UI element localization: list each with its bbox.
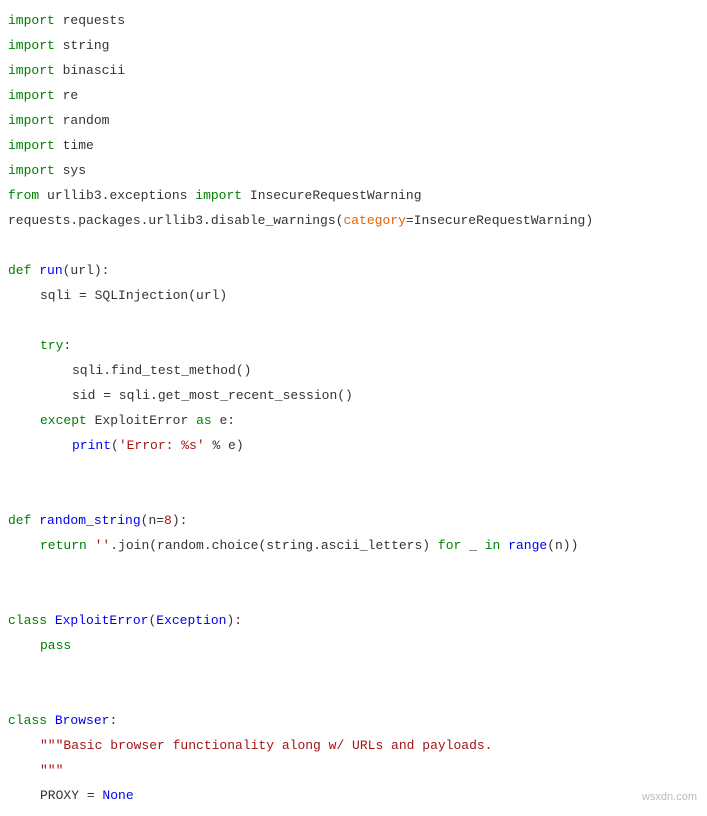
equals: = <box>406 213 414 228</box>
code-line: return ''.join(random.choice(string.asci… <box>8 533 699 558</box>
assignment: sid = sqli.get_most_recent_session() <box>72 388 353 403</box>
keyword-as: as <box>196 413 212 428</box>
keyword-def: def <box>8 513 31 528</box>
builtin-range: range <box>508 538 547 553</box>
call-chain: requests.packages.urllib3.disable_warnin… <box>8 213 343 228</box>
module-name: string <box>63 38 110 53</box>
keyword-class: class <box>8 613 47 628</box>
code-line: sqli.find_test_method() <box>8 358 699 383</box>
keyword-import: import <box>8 38 55 53</box>
kwarg-value: InsecureRequestWarning) <box>414 213 593 228</box>
keyword-import: import <box>8 138 55 153</box>
blank-line <box>8 558 699 583</box>
keyword-import: import <box>8 113 55 128</box>
join-call: .join(random.choice(string.ascii_letters… <box>110 538 430 553</box>
watermark-text: wsxdn.com <box>642 785 697 810</box>
keyword-try: try <box>40 338 63 353</box>
exception-var: e: <box>219 413 235 428</box>
code-line: """ <box>8 758 699 783</box>
code-line: sqli = SQLInjection(url) <box>8 283 699 308</box>
code-line: import random <box>8 108 699 133</box>
base-class: Exception <box>156 613 226 628</box>
code-line: import requests <box>8 8 699 33</box>
class-attr: PROXY <box>40 788 79 803</box>
code-line: print('Error: %s' % e) <box>8 433 699 458</box>
code-line: from urllib3.exceptions import InsecureR… <box>8 183 699 208</box>
keyword-import: import <box>8 163 55 178</box>
colon: : <box>63 338 71 353</box>
keyword-def: def <box>8 263 31 278</box>
format-rest: % e) <box>205 438 244 453</box>
package-path: urllib3.exceptions <box>47 188 187 203</box>
kwarg-name: category <box>343 213 405 228</box>
blank-line <box>8 458 699 483</box>
function-name: run <box>39 263 62 278</box>
keyword-import: import <box>8 63 55 78</box>
imported-name: InsecureRequestWarning <box>250 188 422 203</box>
paren-open: ( <box>111 438 119 453</box>
code-block: import requests import string import bin… <box>8 8 699 808</box>
code-line: class Browser: <box>8 708 699 733</box>
blank-line <box>8 683 699 708</box>
signature: (url): <box>63 263 110 278</box>
code-line: import string <box>8 33 699 58</box>
string-literal: 'Error: %s' <box>119 438 205 453</box>
keyword-from: from <box>8 188 39 203</box>
keyword-pass: pass <box>40 638 71 653</box>
blank-line <box>8 658 699 683</box>
keyword-class: class <box>8 713 47 728</box>
keyword-for: for <box>438 538 461 553</box>
code-line: def run(url): <box>8 258 699 283</box>
assignment: sqli = SQLInjection(url) <box>40 288 227 303</box>
keyword-import: import <box>8 88 55 103</box>
module-name: random <box>63 113 110 128</box>
paren-close: ): <box>226 613 242 628</box>
code-line: import sys <box>8 158 699 183</box>
none-literal: None <box>102 788 133 803</box>
module-name: sys <box>63 163 86 178</box>
blank-line <box>8 233 699 258</box>
blank-line <box>8 583 699 608</box>
code-line: import re <box>8 83 699 108</box>
code-line: class ExploitError(Exception): <box>8 608 699 633</box>
module-name: binascii <box>63 63 125 78</box>
blank-line <box>8 308 699 333</box>
docstring: """Basic browser functionality along w/ … <box>40 738 492 753</box>
code-line: sid = sqli.get_most_recent_session() <box>8 383 699 408</box>
keyword-import: import <box>195 188 242 203</box>
equals: = <box>79 788 102 803</box>
loop-var: _ <box>469 538 477 553</box>
code-line: """Basic browser functionality along w/ … <box>8 733 699 758</box>
class-name: ExploitError <box>55 613 149 628</box>
module-name: requests <box>63 13 125 28</box>
code-line: pass <box>8 633 699 658</box>
exception-type: ExploitError <box>95 413 189 428</box>
docstring: """ <box>40 763 63 778</box>
module-name: time <box>63 138 94 153</box>
code-line: except ExploitError as e: <box>8 408 699 433</box>
string-literal: '' <box>95 538 111 553</box>
code-line: requests.packages.urllib3.disable_warnin… <box>8 208 699 233</box>
blank-line <box>8 483 699 508</box>
code-line: try: <box>8 333 699 358</box>
code-line: PROXY = None <box>8 783 699 808</box>
keyword-except: except <box>40 413 87 428</box>
colon: : <box>109 713 117 728</box>
class-name: Browser <box>55 713 110 728</box>
module-name: re <box>63 88 79 103</box>
keyword-return: return <box>40 538 87 553</box>
keyword-in: in <box>485 538 501 553</box>
code-line: import binascii <box>8 58 699 83</box>
default-number: 8 <box>164 513 172 528</box>
code-line: import time <box>8 133 699 158</box>
function-name: random_string <box>39 513 140 528</box>
code-line: def random_string(n=8): <box>8 508 699 533</box>
keyword-import: import <box>8 13 55 28</box>
builtin-print: print <box>72 438 111 453</box>
method-call: sqli.find_test_method() <box>72 363 251 378</box>
sig-open: (n= <box>141 513 164 528</box>
sig-close: ): <box>172 513 188 528</box>
range-args: (n)) <box>547 538 578 553</box>
